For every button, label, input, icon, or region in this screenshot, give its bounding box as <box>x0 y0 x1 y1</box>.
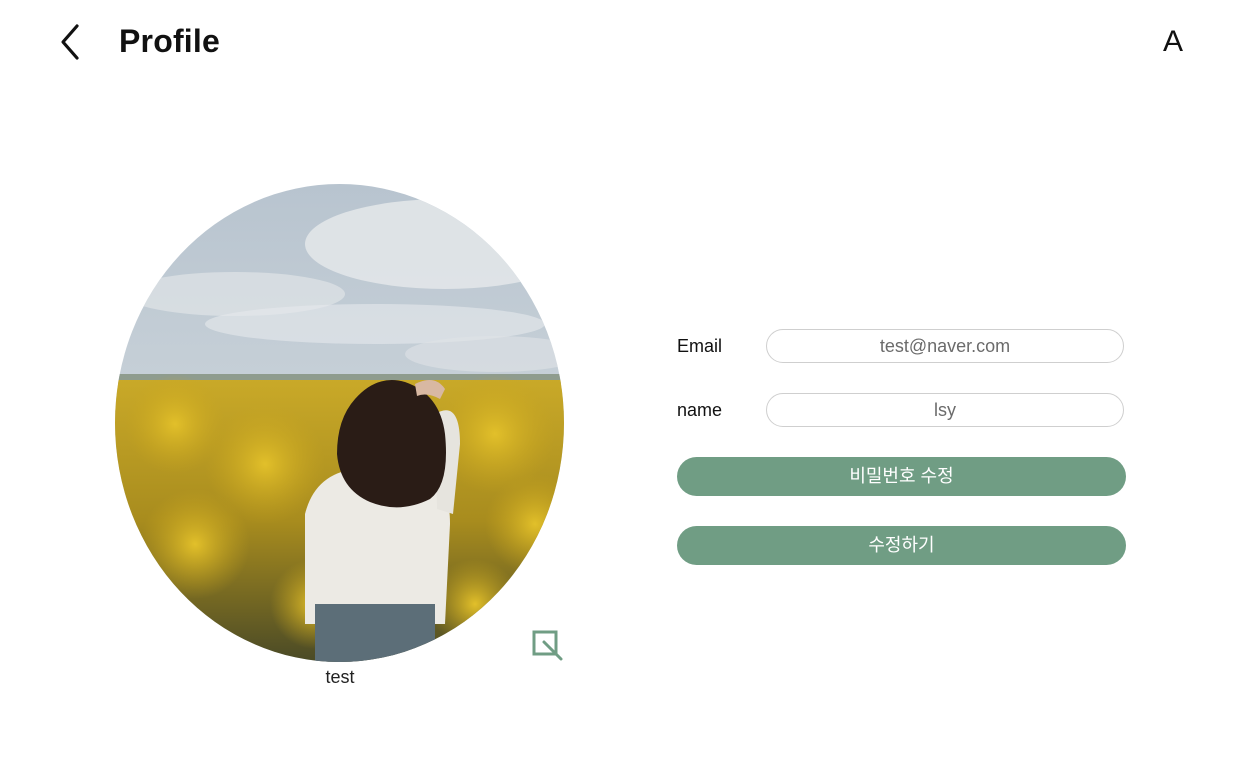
chevron-left-icon <box>61 24 79 60</box>
avatar-container <box>115 184 564 662</box>
edit-photo-icon <box>532 630 563 661</box>
page-title: Profile <box>119 23 220 59</box>
avatar[interactable] <box>115 184 564 662</box>
account-button[interactable]: A <box>1158 22 1188 62</box>
email-field[interactable] <box>766 329 1124 363</box>
back-button[interactable] <box>52 20 88 64</box>
edit-photo-button[interactable] <box>531 629 565 663</box>
profile-page: Profile A test Email test@naver.com name… <box>0 0 1234 784</box>
username-label: test <box>325 667 355 687</box>
save-profile-button[interactable]: 수정하기 <box>677 526 1126 565</box>
change-password-button[interactable]: 비밀번호 수정 <box>677 457 1126 496</box>
email-label: Email <box>677 336 723 356</box>
name-label: name <box>677 400 723 420</box>
profile-photo <box>115 184 564 662</box>
name-field[interactable] <box>766 393 1124 427</box>
